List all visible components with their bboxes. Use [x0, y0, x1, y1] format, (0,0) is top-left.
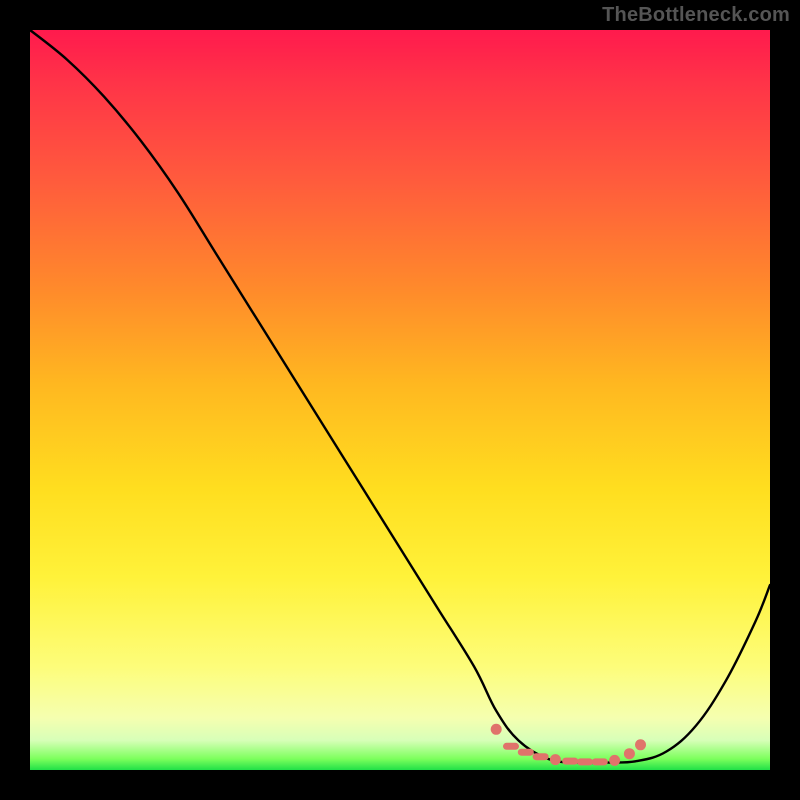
chart-frame: TheBottleneck.com — [0, 0, 800, 800]
marker-dot — [491, 724, 502, 735]
marker-dot — [624, 748, 635, 759]
marker-segment — [533, 753, 549, 760]
watermark-text: TheBottleneck.com — [602, 4, 790, 27]
marker-group — [491, 724, 646, 766]
plot-area — [30, 30, 770, 770]
curve-svg — [30, 30, 770, 770]
bottleneck-curve — [30, 30, 770, 763]
marker-segment — [577, 758, 593, 765]
marker-dot — [609, 755, 620, 766]
marker-segment — [592, 758, 608, 765]
marker-segment — [562, 758, 578, 765]
marker-dot — [635, 739, 646, 750]
marker-segment — [503, 743, 519, 750]
marker-segment — [518, 749, 534, 756]
marker-dot — [550, 754, 561, 765]
